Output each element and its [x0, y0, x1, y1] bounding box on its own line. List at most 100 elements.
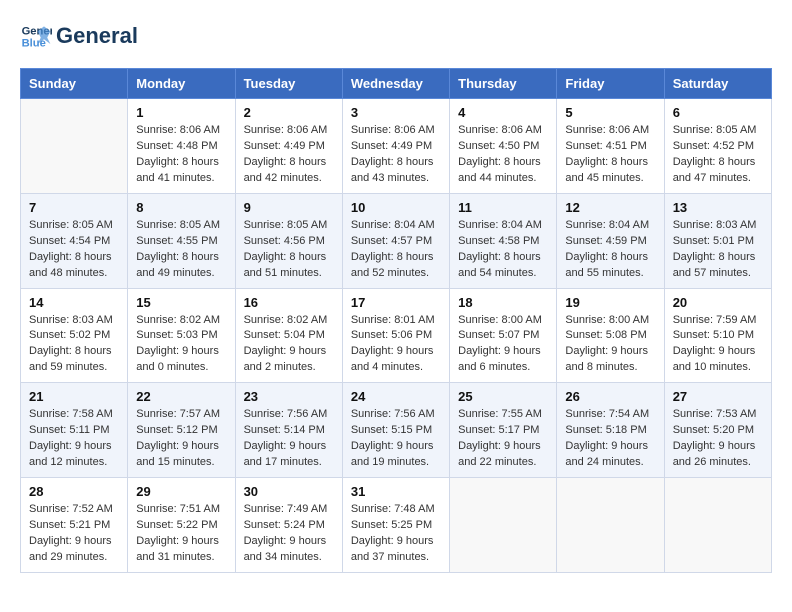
- day-info: Sunrise: 8:03 AMSunset: 5:02 PMDaylight:…: [29, 313, 119, 377]
- calendar-cell: 27Sunrise: 7:53 AMSunset: 5:20 PMDayligh…: [664, 383, 771, 478]
- day-number: 28: [29, 484, 119, 499]
- weekday-header-thursday: Thursday: [450, 69, 557, 99]
- day-number: 24: [351, 389, 441, 404]
- weekday-header-friday: Friday: [557, 69, 664, 99]
- logo: General Blue General: [20, 20, 138, 52]
- day-number: 9: [244, 200, 334, 215]
- day-info: Sunrise: 8:04 AMSunset: 4:58 PMDaylight:…: [458, 218, 548, 282]
- day-info: Sunrise: 8:02 AMSunset: 5:03 PMDaylight:…: [136, 313, 226, 377]
- calendar-cell: 23 Sunrise: 7:56 AMSunset: 5:14 PMDayligh…: [235, 383, 342, 478]
- day-info: Sunrise: 8:05 AMSunset: 4:55 PMDaylight:…: [136, 218, 226, 282]
- day-number: 29: [136, 484, 226, 499]
- calendar-cell: 5 Sunrise: 8:06 AMSunset: 4:51 PMDaylight…: [557, 99, 664, 194]
- calendar-cell: 24 Sunrise: 7:56 AMSunset: 5:15 PMDayligh…: [342, 383, 449, 478]
- calendar-cell: 7Sunrise: 8:05 AMSunset: 4:54 PMDaylight…: [21, 193, 128, 288]
- day-info: Sunrise: 7:56 AMSunset: 5:15 PMDaylight:…: [351, 407, 441, 471]
- weekday-header-saturday: Saturday: [664, 69, 771, 99]
- day-number: 4: [458, 105, 548, 120]
- calendar-cell: 9Sunrise: 8:05 AMSunset: 4:56 PMDaylight…: [235, 193, 342, 288]
- day-info: Sunrise: 8:05 AMSunset: 4:52 PMDaylight:…: [673, 123, 763, 187]
- logo-text: General: [56, 24, 138, 48]
- calendar-week-row: 7Sunrise: 8:05 AMSunset: 4:54 PMDaylight…: [21, 193, 772, 288]
- calendar-cell: 16 Sunrise: 8:02 AMSunset: 5:04 PMDayligh…: [235, 288, 342, 383]
- weekday-header-sunday: Sunday: [21, 69, 128, 99]
- weekday-header-row: SundayMondayTuesdayWednesdayThursdayFrid…: [21, 69, 772, 99]
- day-info: Sunrise: 8:03 AMSunset: 5:01 PMDaylight:…: [673, 218, 763, 282]
- calendar-cell: 8Sunrise: 8:05 AMSunset: 4:55 PMDaylight…: [128, 193, 235, 288]
- calendar-cell: 3 Sunrise: 8:06 AMSunset: 4:49 PMDaylight…: [342, 99, 449, 194]
- day-info: Sunrise: 8:06 AMSunset: 4:48 PMDaylight:…: [136, 123, 226, 187]
- day-info: Sunrise: 7:55 AMSunset: 5:17 PMDaylight:…: [458, 407, 548, 471]
- calendar-cell: [450, 478, 557, 573]
- calendar-cell: 31 Sunrise: 7:48 AMSunset: 5:25 PMDayligh…: [342, 478, 449, 573]
- day-info: Sunrise: 8:04 AMSunset: 4:59 PMDaylight:…: [565, 218, 655, 282]
- day-info: Sunrise: 8:01 AMSunset: 5:06 PMDaylight:…: [351, 313, 441, 377]
- day-number: 23: [244, 389, 334, 404]
- day-number: 3: [351, 105, 441, 120]
- calendar-cell: 1Sunrise: 8:06 AMSunset: 4:48 PMDaylight…: [128, 99, 235, 194]
- calendar-cell: 10 Sunrise: 8:04 AMSunset: 4:57 PMDayligh…: [342, 193, 449, 288]
- calendar-cell: 30Sunrise: 7:49 AMSunset: 5:24 PMDayligh…: [235, 478, 342, 573]
- day-info: Sunrise: 7:58 AMSunset: 5:11 PMDaylight:…: [29, 407, 119, 471]
- day-info: Sunrise: 7:56 AMSunset: 5:14 PMDaylight:…: [244, 407, 334, 471]
- calendar-cell: 25Sunrise: 7:55 AMSunset: 5:17 PMDayligh…: [450, 383, 557, 478]
- day-number: 19: [565, 295, 655, 310]
- day-number: 13: [673, 200, 763, 215]
- day-number: 21: [29, 389, 119, 404]
- calendar-week-row: 28 Sunrise: 7:52 AMSunset: 5:21 PMDayligh…: [21, 478, 772, 573]
- day-number: 6: [673, 105, 763, 120]
- day-number: 22: [136, 389, 226, 404]
- day-info: Sunrise: 8:04 AMSunset: 4:57 PMDaylight:…: [351, 218, 441, 282]
- day-info: Sunrise: 7:48 AMSunset: 5:25 PMDaylight:…: [351, 502, 441, 566]
- calendar-cell: 12 Sunrise: 8:04 AMSunset: 4:59 PMDayligh…: [557, 193, 664, 288]
- day-number: 11: [458, 200, 548, 215]
- day-number: 14: [29, 295, 119, 310]
- day-info: Sunrise: 8:06 AMSunset: 4:51 PMDaylight:…: [565, 123, 655, 187]
- calendar-cell: 18Sunrise: 8:00 AMSunset: 5:07 PMDayligh…: [450, 288, 557, 383]
- weekday-header-wednesday: Wednesday: [342, 69, 449, 99]
- calendar-cell: 2 Sunrise: 8:06 AMSunset: 4:49 PMDaylight…: [235, 99, 342, 194]
- day-number: 26: [565, 389, 655, 404]
- day-number: 16: [244, 295, 334, 310]
- calendar-cell: 28 Sunrise: 7:52 AMSunset: 5:21 PMDayligh…: [21, 478, 128, 573]
- calendar-cell: 20Sunrise: 7:59 AMSunset: 5:10 PMDayligh…: [664, 288, 771, 383]
- calendar-cell: 13 Sunrise: 8:03 AMSunset: 5:01 PMDayligh…: [664, 193, 771, 288]
- day-number: 17: [351, 295, 441, 310]
- calendar-week-row: 1Sunrise: 8:06 AMSunset: 4:48 PMDaylight…: [21, 99, 772, 194]
- calendar-cell: 15 Sunrise: 8:02 AMSunset: 5:03 PMDayligh…: [128, 288, 235, 383]
- day-number: 7: [29, 200, 119, 215]
- day-number: 20: [673, 295, 763, 310]
- calendar-cell: 4 Sunrise: 8:06 AMSunset: 4:50 PMDaylight…: [450, 99, 557, 194]
- page-header: General Blue General: [20, 20, 772, 52]
- day-number: 12: [565, 200, 655, 215]
- day-info: Sunrise: 8:06 AMSunset: 4:49 PMDaylight:…: [351, 123, 441, 187]
- calendar-cell: 17 Sunrise: 8:01 AMSunset: 5:06 PMDayligh…: [342, 288, 449, 383]
- day-number: 18: [458, 295, 548, 310]
- calendar-cell: 21 Sunrise: 7:58 AMSunset: 5:11 PMDayligh…: [21, 383, 128, 478]
- calendar-cell: 6 Sunrise: 8:05 AMSunset: 4:52 PMDaylight…: [664, 99, 771, 194]
- day-number: 31: [351, 484, 441, 499]
- weekday-header-tuesday: Tuesday: [235, 69, 342, 99]
- day-info: Sunrise: 7:54 AMSunset: 5:18 PMDaylight:…: [565, 407, 655, 471]
- day-info: Sunrise: 8:00 AMSunset: 5:08 PMDaylight:…: [565, 313, 655, 377]
- day-info: Sunrise: 7:51 AMSunset: 5:22 PMDaylight:…: [136, 502, 226, 566]
- day-number: 2: [244, 105, 334, 120]
- day-number: 27: [673, 389, 763, 404]
- calendar-cell: 22 Sunrise: 7:57 AMSunset: 5:12 PMDayligh…: [128, 383, 235, 478]
- day-info: Sunrise: 8:06 AMSunset: 4:49 PMDaylight:…: [244, 123, 334, 187]
- calendar-cell: [557, 478, 664, 573]
- calendar-cell: 19 Sunrise: 8:00 AMSunset: 5:08 PMDayligh…: [557, 288, 664, 383]
- weekday-header-monday: Monday: [128, 69, 235, 99]
- calendar-cell: 11 Sunrise: 8:04 AMSunset: 4:58 PMDayligh…: [450, 193, 557, 288]
- calendar-cell: [21, 99, 128, 194]
- day-number: 5: [565, 105, 655, 120]
- day-info: Sunrise: 7:52 AMSunset: 5:21 PMDaylight:…: [29, 502, 119, 566]
- day-info: Sunrise: 8:06 AMSunset: 4:50 PMDaylight:…: [458, 123, 548, 187]
- day-number: 10: [351, 200, 441, 215]
- day-number: 15: [136, 295, 226, 310]
- day-info: Sunrise: 8:02 AMSunset: 5:04 PMDaylight:…: [244, 313, 334, 377]
- calendar-cell: 26 Sunrise: 7:54 AMSunset: 5:18 PMDayligh…: [557, 383, 664, 478]
- calendar-week-row: 21 Sunrise: 7:58 AMSunset: 5:11 PMDayligh…: [21, 383, 772, 478]
- logo-icon: General Blue: [20, 20, 52, 52]
- day-info: Sunrise: 7:57 AMSunset: 5:12 PMDaylight:…: [136, 407, 226, 471]
